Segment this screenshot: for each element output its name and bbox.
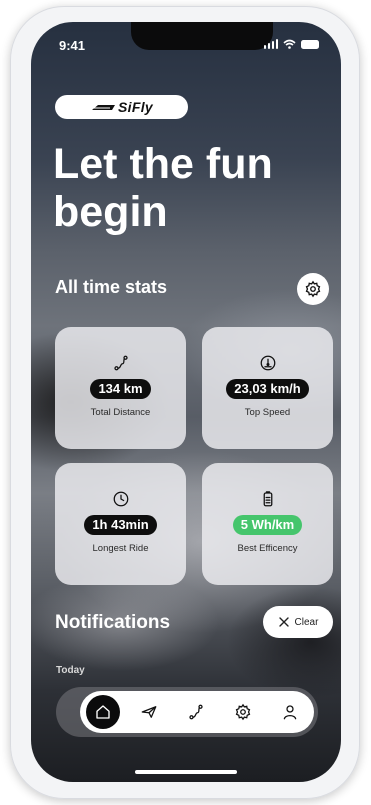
brand-logo: SiFly: [55, 95, 188, 119]
tab-send[interactable]: [131, 694, 167, 730]
close-icon: [278, 617, 289, 627]
stat-card-top-speed[interactable]: 23,03 km/h Top Speed: [202, 327, 333, 449]
status-time: 9:41: [59, 38, 86, 53]
clock-icon: [112, 490, 130, 508]
stats-title: All time stats: [55, 277, 168, 297]
stat-label: Best Efficency: [237, 543, 298, 554]
stat-label: Longest Ride: [92, 543, 149, 554]
notifications-section-label: Today: [56, 665, 85, 676]
clear-label: Clear: [294, 616, 319, 628]
clear-notifications-button[interactable]: Clear: [263, 606, 333, 638]
speedometer-icon: [259, 354, 277, 372]
stats-settings-button[interactable]: [297, 273, 329, 305]
stat-label: Top Speed: [244, 407, 291, 418]
page-headline: Let the fun begin: [53, 140, 273, 236]
brand-mark-icon: [92, 105, 116, 110]
gear-icon: [235, 703, 251, 721]
battery-icon: [301, 40, 319, 49]
notifications-title: Notifications: [55, 612, 171, 633]
send-icon: [141, 706, 157, 718]
home-indicator: [135, 770, 237, 774]
stat-card-best-efficiency[interactable]: 5 Wh/km Best Efficency: [202, 463, 333, 585]
tab-profile[interactable]: [272, 694, 308, 730]
battery-icon: [259, 490, 277, 508]
stat-value: 23,03 km/h: [226, 379, 309, 399]
signal-icon: [263, 39, 278, 49]
device-notch: [131, 22, 273, 50]
user-icon: [284, 705, 297, 720]
tab-settings[interactable]: [225, 694, 261, 730]
stat-value: 1h 43min: [84, 515, 157, 535]
tab-routes[interactable]: [178, 694, 214, 730]
tab-home[interactable]: [85, 695, 120, 729]
bottom-tabbar: [80, 691, 314, 733]
home-icon: [95, 705, 110, 719]
status-icons: [263, 39, 319, 49]
stat-card-longest-ride[interactable]: 1h 43min Longest Ride: [55, 463, 186, 585]
wifi-icon: [283, 39, 296, 49]
route-icon: [112, 354, 130, 372]
stat-value-highlight: 5 Wh/km: [232, 515, 303, 535]
stat-label: Total Distance: [90, 407, 151, 418]
gear-icon: [305, 280, 321, 298]
stat-value: 134 km: [90, 379, 151, 399]
route-icon: [189, 704, 203, 720]
brand-logo-text: SiFly: [118, 99, 153, 115]
app-screen: 9:41 SiFly Let the fun begin All time st…: [31, 22, 341, 782]
stat-card-total-distance[interactable]: 134 km Total Distance: [55, 327, 186, 449]
